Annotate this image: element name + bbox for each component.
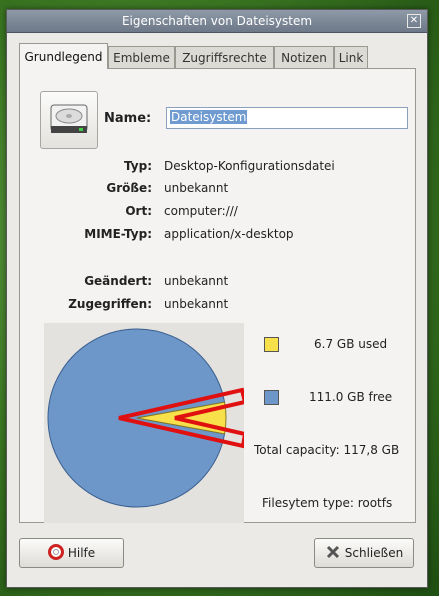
tab-notizen[interactable]: Notizen (274, 46, 334, 68)
size-label: Größe: (106, 181, 152, 195)
harddisk-icon (50, 104, 88, 133)
accessed-value: unbekannt (164, 297, 229, 311)
used-legend-swatch (264, 337, 279, 352)
name-input[interactable]: Dateisystem (166, 107, 408, 129)
used-legend-label: 6.7 GB used (314, 337, 388, 351)
size-value: unbekannt (164, 181, 229, 195)
disk-usage-pie-chart (44, 323, 248, 523)
location-label: Ort: (125, 204, 152, 218)
close-button[interactable]: Schließen (314, 538, 414, 568)
window-close-icon[interactable]: ✕ (407, 14, 421, 28)
free-legend-swatch (264, 390, 279, 405)
name-input-value: Dateisystem (170, 110, 248, 124)
window-title: Eigenschaften von Dateisystem (121, 14, 313, 28)
tab-panel-grundlegend: Name: Dateisystem Typ: Desktop-Konfigura… (19, 68, 416, 523)
free-legend-label: 111.0 GB free (309, 390, 393, 404)
tab-zugriffsrechte[interactable]: Zugriffsrechte (175, 46, 274, 68)
help-lifebuoy-icon (47, 543, 64, 563)
properties-window: Eigenschaften von Dateisystem ✕ Grundleg… (6, 9, 428, 588)
help-button-label: Hilfe (67, 546, 96, 560)
tab-embleme[interactable]: Embleme (108, 46, 175, 68)
drive-icon-button[interactable] (40, 91, 98, 149)
modified-value: unbekannt (164, 274, 229, 288)
tab-link[interactable]: Link (334, 46, 368, 68)
mime-type-value: application/x-desktop (164, 227, 294, 241)
help-button[interactable]: Hilfe (19, 538, 124, 568)
type-label: Typ: (124, 159, 152, 173)
location-value: computer:/// (164, 204, 238, 218)
filesystem-type-label: Filesytem type: rootfs (262, 496, 393, 510)
type-value: Desktop-Konfigurationsdatei (164, 159, 335, 173)
close-x-icon (325, 544, 341, 563)
tab-grundlegend[interactable]: Grundlegend (19, 43, 108, 69)
total-capacity-label: Total capacity: 117,8 GB (254, 443, 400, 457)
title-bar[interactable]: Eigenschaften von Dateisystem ✕ (7, 10, 427, 33)
accessed-label: Zugegriffen: (68, 297, 152, 311)
name-label: Name: (104, 111, 152, 126)
modified-label: Geändert: (84, 274, 152, 288)
pie-svg (47, 328, 248, 508)
close-button-label: Schließen (344, 546, 404, 560)
mime-type-label: MIME-Typ: (84, 227, 152, 241)
